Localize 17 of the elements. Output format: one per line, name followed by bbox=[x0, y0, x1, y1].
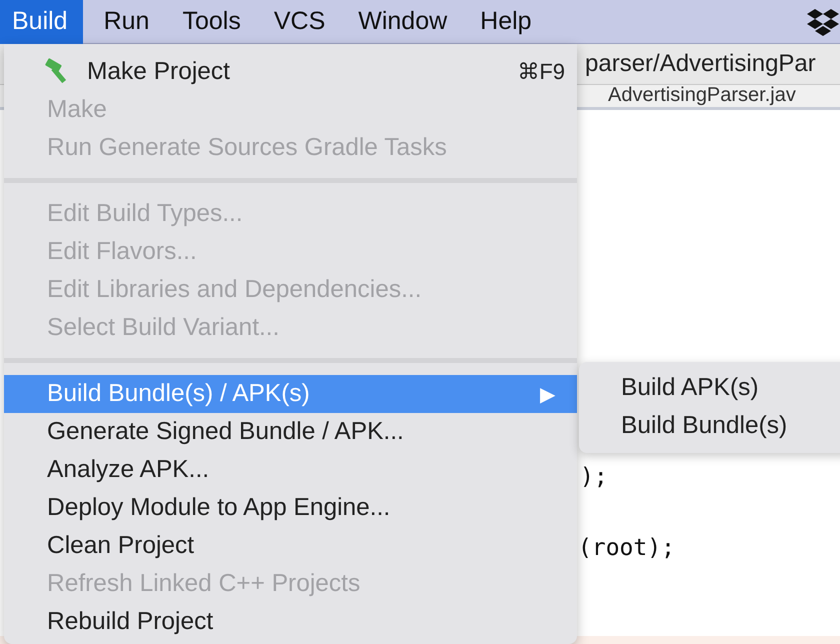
breadcrumb-path[interactable]: parser/AdvertisingPar bbox=[585, 50, 816, 78]
menu-bar-item[interactable]: Help bbox=[468, 0, 544, 44]
menu-bar-item[interactable]: Tools bbox=[170, 0, 253, 44]
menu-item[interactable]: Rebuild Project bbox=[4, 603, 577, 641]
menu-item[interactable]: Analyze APK... bbox=[4, 451, 577, 489]
code-line: (root); bbox=[578, 535, 675, 561]
menu-bar-item[interactable]: Window bbox=[346, 0, 460, 44]
menu-item[interactable]: Deploy Module to App Engine... bbox=[4, 489, 577, 527]
menu-bar-item[interactable]: VCS bbox=[262, 0, 338, 44]
menu-item[interactable]: Make Project ⌘F9 bbox=[4, 53, 577, 91]
code-line: ); bbox=[580, 464, 608, 490]
menu-item[interactable]: Build Bundle(s) bbox=[579, 407, 840, 445]
menu-bar-item[interactable]: Run bbox=[92, 0, 162, 44]
menu-item[interactable]: Clean Project bbox=[4, 527, 577, 565]
menu-item[interactable]: Build APK(s) bbox=[579, 369, 840, 407]
menu-item[interactable]: Generate Signed Bundle / APK... bbox=[4, 413, 577, 451]
menu-bar-item[interactable]: Build bbox=[0, 0, 83, 44]
